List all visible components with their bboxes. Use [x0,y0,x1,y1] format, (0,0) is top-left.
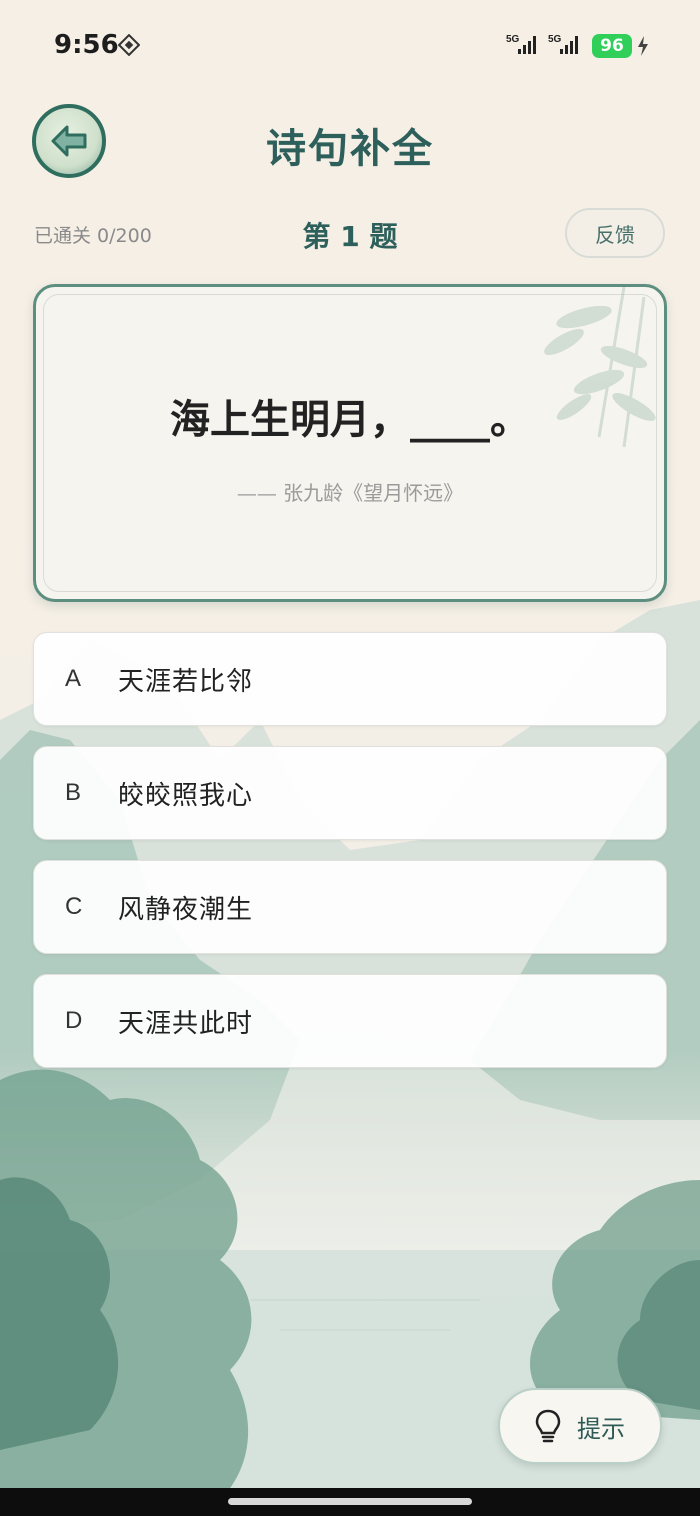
nfc-icon [118,34,140,56]
battery-indicator: 96 [592,34,632,58]
signal-icon-1: 5G [506,34,536,54]
option-text: 风静夜潮生 [118,894,254,925]
option-text: 皎皎照我心 [118,780,254,811]
header: 诗句补全 [0,92,700,202]
navigation-bar [0,1488,700,1516]
option-c[interactable]: C 风静夜潮生 [33,860,667,954]
option-d[interactable]: D 天涯共此时 [33,974,667,1068]
question-card: 海上生明月，____。 —— 张九龄《望月怀远》 [33,284,667,602]
hint-button[interactable]: 提示 [498,1388,662,1464]
svg-text:5G: 5G [548,34,562,45]
charging-icon [638,36,648,56]
question-verse: 海上生明月，____。 [170,396,530,443]
status-time: 9:56 [54,30,119,60]
option-letter: D [65,1007,83,1034]
status-bar: 9:56 5G 5G 96 [0,0,700,92]
option-letter: B [65,779,82,806]
signal-icon-2: 5G [548,34,578,54]
question-source: —— 张九龄《望月怀远》 [236,481,464,505]
lightbulb-icon [535,1409,561,1443]
page-title: 诗句补全 [266,126,434,172]
feedback-button[interactable]: 反馈 [565,208,665,258]
option-b[interactable]: B 皎皎照我心 [33,746,667,840]
option-text: 天涯共此时 [118,1008,254,1039]
option-letter: C [65,893,83,920]
home-indicator[interactable] [228,1498,472,1505]
info-row: 已通关 0/200 第 1 题 反馈 [0,205,700,265]
hint-label: 提示 [577,1414,625,1443]
option-a[interactable]: A 天涯若比邻 [33,632,667,726]
svg-text:5G: 5G [506,34,520,45]
option-text: 天涯若比邻 [118,666,254,697]
option-letter: A [65,665,82,692]
